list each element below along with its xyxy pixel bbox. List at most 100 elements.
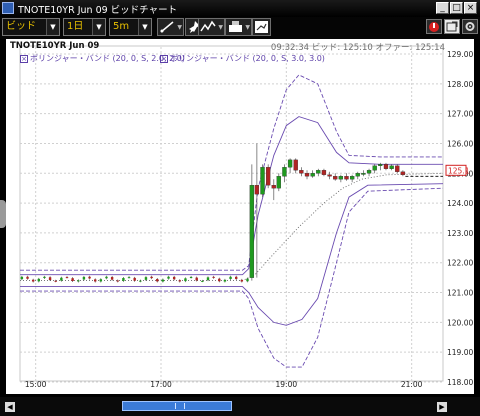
grip-icon <box>175 403 185 409</box>
candle <box>316 170 321 174</box>
candle <box>378 164 383 166</box>
candle <box>293 159 298 171</box>
bollinger-label-2[interactable]: × ボリンジャー・バンド (20, 0, S, 3.0, 3.0) <box>160 53 325 64</box>
scroll-right-button[interactable]: ▶ <box>437 402 447 412</box>
candle <box>383 164 389 169</box>
candle <box>195 277 198 281</box>
candle <box>116 280 119 282</box>
quote-readout: 09:32:34 ビッド: 125:10 オファー: 125:14 <box>270 43 445 53</box>
y-tick-label: 121.00 <box>447 289 473 298</box>
y-tick-label: 122.00 <box>447 259 473 268</box>
candle <box>276 176 281 189</box>
offer-value: 125:14 <box>415 43 445 53</box>
candle <box>105 276 108 279</box>
candle <box>287 159 293 168</box>
candle <box>229 276 232 279</box>
candle <box>172 276 176 280</box>
candle <box>99 279 103 282</box>
x-tick-label: 19:00 <box>276 380 298 389</box>
quote-time: 09:32:34 <box>270 43 310 53</box>
candle <box>65 277 69 279</box>
candle <box>94 279 97 282</box>
plot-frame <box>19 45 444 382</box>
candle <box>304 173 310 177</box>
candle <box>37 278 40 282</box>
candle <box>349 176 355 180</box>
candle <box>327 174 332 177</box>
candle <box>48 277 52 281</box>
candle <box>54 280 57 282</box>
candle <box>20 276 24 280</box>
bollinger-label-2-text: ボリンジャー・バンド (20, 0, S, 3.0, 3.0) <box>170 54 325 63</box>
candle <box>235 276 238 279</box>
candle <box>156 279 159 282</box>
candle <box>400 171 406 175</box>
candle <box>60 277 63 281</box>
panel-resize-handle[interactable] <box>0 200 6 228</box>
x-tick-label: 15:00 <box>25 380 47 389</box>
candle <box>240 279 244 282</box>
candle <box>82 276 86 280</box>
candle <box>150 276 153 279</box>
candle <box>254 185 260 195</box>
candle <box>161 279 165 282</box>
candle <box>260 167 265 195</box>
candle <box>167 276 170 279</box>
candle <box>31 279 35 282</box>
candle <box>212 276 215 278</box>
candle <box>299 170 304 174</box>
y-tick-label: 124.00 <box>447 199 473 208</box>
instrument-label: TNOTE10YR Jun 09 <box>10 41 100 51</box>
candle <box>321 170 327 175</box>
offer-label: オファー <box>375 43 410 53</box>
candle <box>206 277 210 281</box>
candle <box>271 185 276 189</box>
y-tick-label: 128.00 <box>447 80 473 89</box>
candle <box>218 278 221 282</box>
y-tick-label: 120.00 <box>447 318 473 327</box>
candle <box>88 276 91 279</box>
candle <box>266 167 271 186</box>
bid-value: 125:10 <box>342 43 373 53</box>
y-tick-label: 126.00 <box>447 139 473 148</box>
scroll-left-button[interactable]: ◀ <box>5 402 15 412</box>
candle <box>133 277 136 281</box>
candle <box>201 280 204 282</box>
candle <box>110 277 114 280</box>
candle <box>246 278 249 282</box>
candle <box>372 165 377 171</box>
candle <box>184 278 187 282</box>
candle <box>223 279 227 282</box>
x-tick-label: 17:00 <box>150 380 172 389</box>
bid-label: ビッド <box>311 43 338 53</box>
candle <box>189 276 193 278</box>
candle <box>43 276 46 278</box>
candle <box>310 173 315 177</box>
scrollbar-thumb[interactable] <box>122 401 232 411</box>
candle <box>333 176 338 180</box>
candle <box>249 185 255 278</box>
candle <box>389 165 394 169</box>
candle <box>178 280 181 282</box>
candle <box>144 277 148 280</box>
close-indicator-icon[interactable]: × <box>160 54 168 63</box>
y-tick-label: 119.00 <box>447 348 473 357</box>
candle <box>77 280 80 282</box>
close-indicator-icon[interactable]: × <box>20 54 28 63</box>
candle <box>366 170 372 174</box>
x-tick-label: 21:00 <box>401 380 423 389</box>
y-tick-label: 123.00 <box>447 229 473 238</box>
candle <box>344 176 349 180</box>
candle <box>395 165 400 172</box>
candle <box>338 176 344 180</box>
candle <box>26 276 29 279</box>
candle <box>355 173 360 177</box>
candle <box>282 167 287 177</box>
candle <box>127 277 131 279</box>
candle <box>361 173 366 175</box>
horizontal-scrollbar[interactable] <box>0 397 480 416</box>
candle <box>122 278 125 281</box>
y-tick-label: 118.00 <box>447 378 473 387</box>
y-tick-label: 127.00 <box>447 110 473 119</box>
y-tick-label: 129.00 <box>447 50 473 59</box>
